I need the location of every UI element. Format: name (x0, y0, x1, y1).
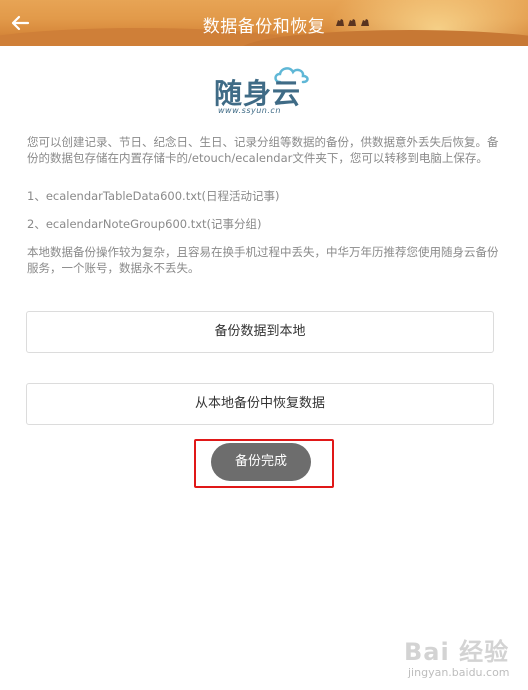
watermark-logo: Bai 经验 (404, 638, 510, 666)
cloud-recommendation-text: 本地数据备份操作较为复杂，且容易在换手机过程中丢失，中华万年历推荐您使用随身云备… (27, 245, 499, 275)
restore-from-local-button[interactable]: 从本地备份中恢复数据 (26, 383, 494, 425)
logo-domain: www.ssyun.cn (218, 106, 281, 115)
backup-complete-button[interactable]: 备份完成 (211, 443, 311, 481)
ssyun-logo: 随身云 www.ssyun.cn (214, 64, 310, 115)
backup-to-local-button[interactable]: 备份数据到本地 (26, 311, 494, 353)
watermark-url: jingyan.baidu.com (408, 666, 510, 679)
intro-text: 您可以创建记录、节日、纪念日、生日、记录分组等数据的备份，供数据意外丢失后恢复。… (27, 135, 499, 165)
page-title: 数据备份和恢复 (202, 17, 326, 37)
baidu-jingyan-watermark: Bai 经验 jingyan.baidu.com (402, 632, 522, 684)
backup-file-2: 2、ecalendarNoteGroup600.txt(记事分组) (27, 217, 262, 231)
backup-file-1: 1、ecalendarTableData600.txt(日程活动记事) (27, 189, 280, 203)
app-header: 数据备份和恢复 (0, 0, 528, 46)
